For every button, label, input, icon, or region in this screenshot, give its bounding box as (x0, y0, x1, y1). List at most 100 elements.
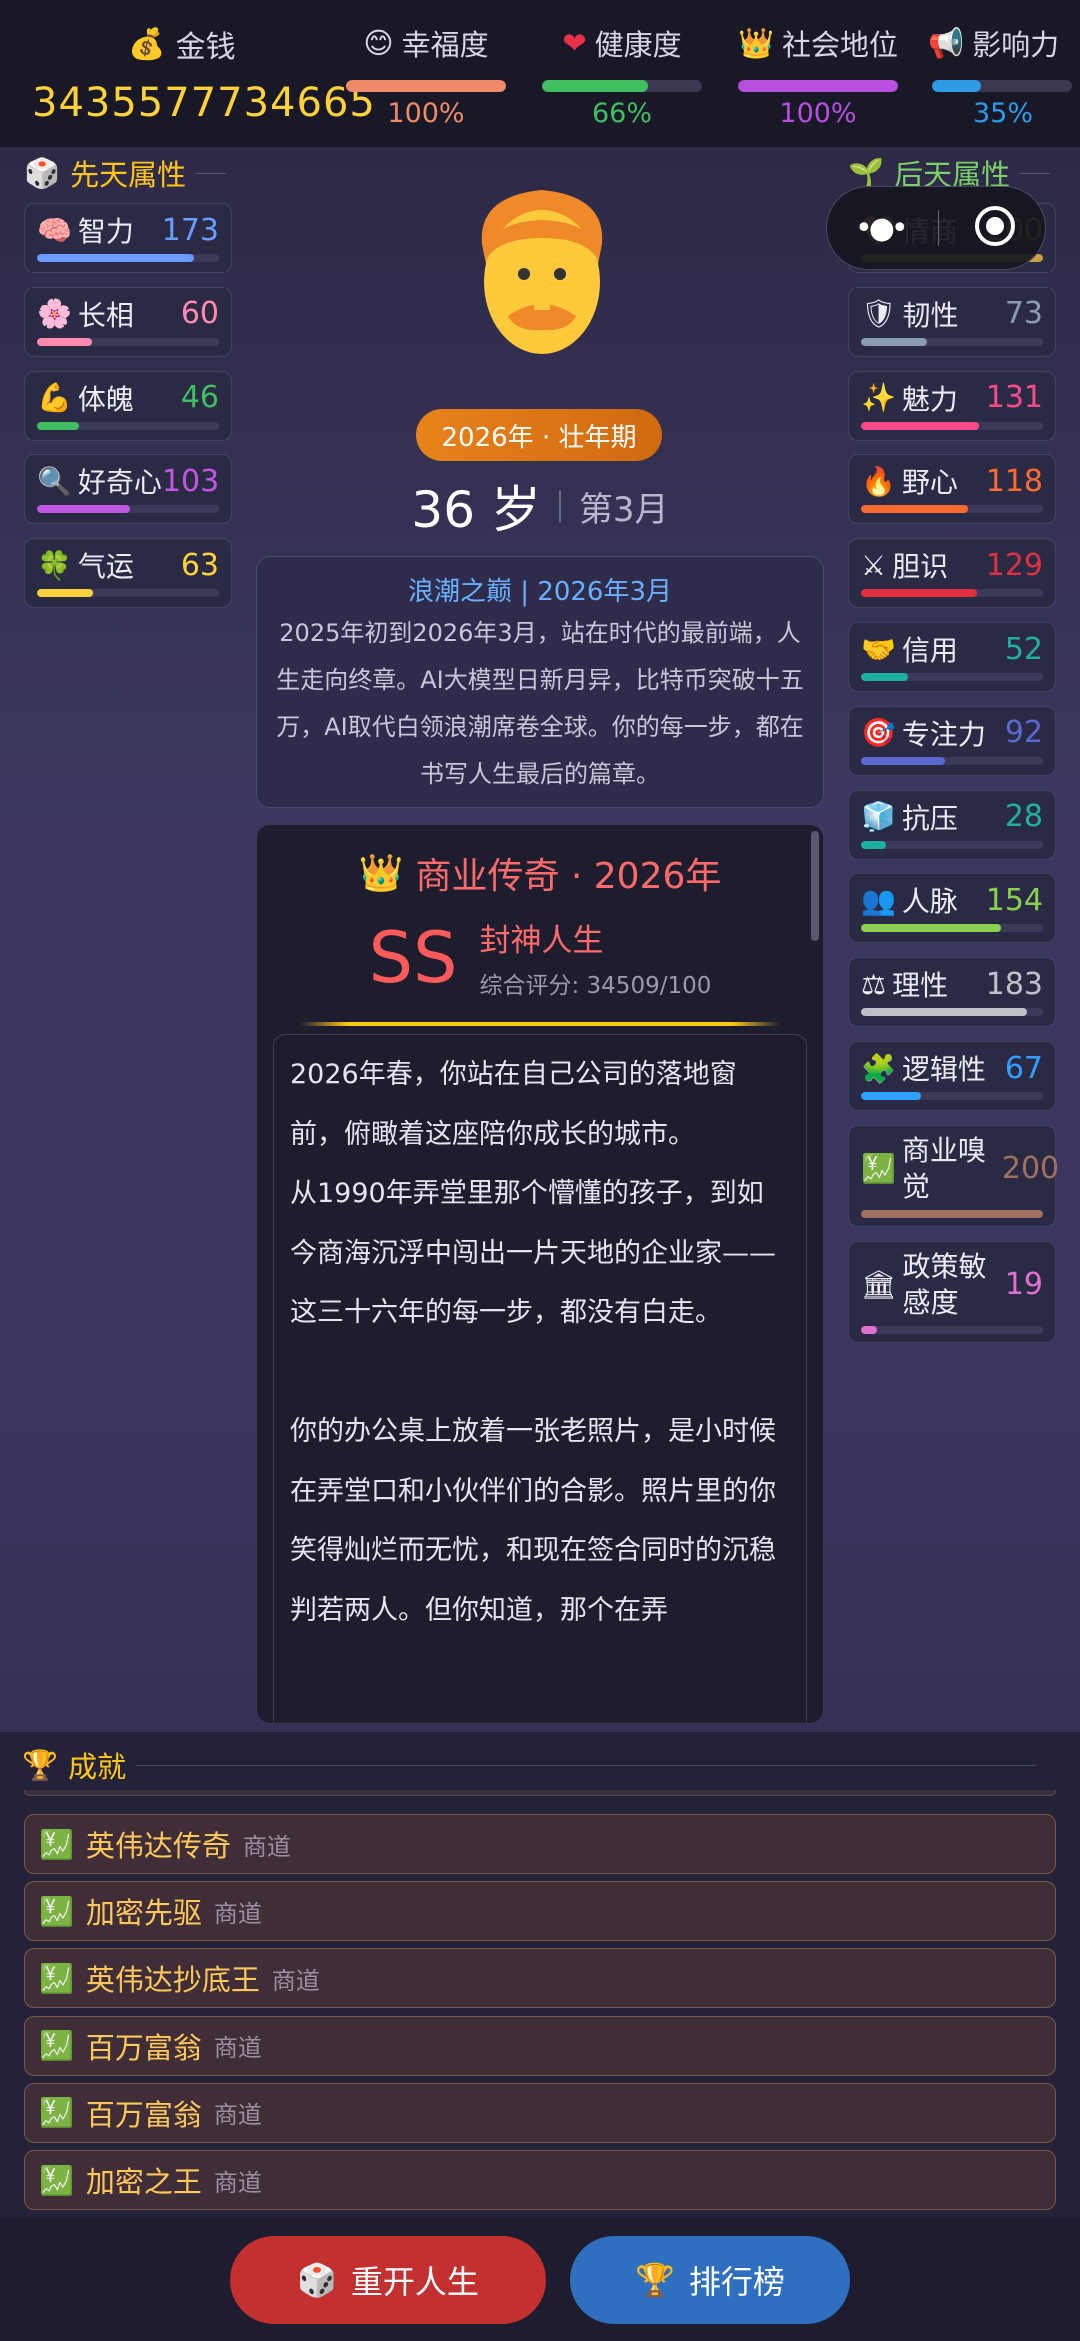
attribute-value: 19 (1004, 1267, 1043, 1303)
ending-paragraph: 2026年春，你站在自己公司的落地窗前，俯瞰着这座陪你成长的城市。 (290, 1059, 737, 1150)
achievement-category: 商道 (213, 2168, 262, 2197)
attribute-bar (861, 1325, 1043, 1334)
smile-icon: 😊 (363, 26, 394, 60)
attribute-card: 👥 人脉 154 (848, 873, 1056, 944)
attribute-card: 🔍 好奇心 103 (24, 454, 232, 525)
attribute-card: 🌸 长相 60 (24, 286, 232, 357)
attribute-name: 野心 (901, 466, 958, 500)
attribute-card: ⚔ 胆识 129 (848, 538, 1056, 609)
attribute-card: 🧩 逻辑性 67 (848, 1041, 1056, 1111)
attribute-card: 🍀 气运 63 (24, 538, 232, 609)
attribute-bar (861, 756, 1043, 765)
attribute-value: 131 (985, 380, 1043, 416)
grade-block: SS 封神人生 综合评分: 34509/100 (257, 915, 823, 1000)
health-stat: ❤ 健康度 66% (540, 22, 704, 129)
restart-button[interactable]: 🎲 重开人生 (230, 2236, 546, 2324)
floating-capsule[interactable]: •●• (826, 186, 1046, 270)
attribute-value: 183 (985, 966, 1043, 1002)
health-label: 健康度 (594, 28, 682, 62)
influence-stat: 📢 影响力 35% (928, 22, 1078, 129)
achievements-header: 🏆 成就 (22, 1744, 1037, 1786)
attribute-value: 92 (1004, 715, 1043, 751)
achievement-item[interactable]: 💹 加密先驱 商道 (24, 1881, 1056, 1942)
ending-text[interactable]: 2026年春，你站在自己公司的落地窗前，俯瞰着这座陪你成长的城市。 从1990年… (273, 1034, 807, 1723)
grade-letter: SS (368, 916, 458, 999)
attribute-bar (37, 505, 219, 514)
attribute-card: ⚖ 理性 183 (848, 957, 1056, 1028)
attribute-value: 67 (1004, 1050, 1043, 1086)
leaderboard-button[interactable]: 🏆 排行榜 (570, 2236, 850, 2324)
happiness-stat: 😊 幸福度 100% (344, 22, 508, 129)
attribute-value: 129 (985, 547, 1043, 583)
money-label: 金钱 (175, 30, 236, 65)
innate-title: 先天属性 (70, 158, 187, 192)
attribute-card: 🔥 野心 118 (848, 454, 1056, 525)
age-display: 36 岁 第3月 (380, 470, 700, 542)
attribute-bar (861, 337, 1043, 346)
status-value: 100% (779, 98, 857, 129)
yen-chart-icon: 💹 (39, 1894, 74, 1928)
happiness-label: 幸福度 (401, 28, 489, 62)
month-value: 第3月 (578, 489, 669, 530)
megaphone-icon: 📢 (928, 25, 965, 60)
achievement-item[interactable]: 💹 百万富翁 商道 (24, 2082, 1056, 2143)
fire-icon: 🔥 (861, 464, 896, 498)
stats-bar: 💰 金钱 3435577734665 😊 幸福度 100% ❤ 健康度 66% 👑 社会… (0, 0, 1080, 148)
more-icon[interactable]: •●• (855, 211, 909, 246)
achievement-name: 百万富翁 (85, 2097, 202, 2132)
attribute-card: ✨ 魅力 131 (848, 370, 1056, 441)
achievements-title: 成就 (68, 1750, 127, 1784)
scales-icon: ⚖ (861, 967, 887, 1001)
attribute-card: 🛡 韧性 73 (848, 286, 1056, 357)
happiness-bar (346, 80, 506, 92)
achievement-name: 加密先驱 (85, 1896, 202, 1931)
grade-title: 封神人生 (479, 923, 604, 959)
attribute-name: 长相 (77, 298, 134, 332)
event-title: 浪潮之巅 | 2026年3月 (408, 577, 672, 607)
attribute-value: 52 (1004, 631, 1043, 667)
achievement-name: 加密之王 (85, 2165, 202, 2199)
achievement-category: 商道 (271, 1966, 320, 1995)
status-bar (738, 80, 898, 92)
bottom-bar: 🎲 重开人生 🏆 排行榜 (0, 2218, 1080, 2341)
influence-label: 影响力 (972, 28, 1060, 62)
attribute-bar (861, 1092, 1043, 1100)
restart-label: 重开人生 (350, 2263, 479, 2301)
achievement-item[interactable]: 💹 百万富翁 商道 (24, 2015, 1056, 2076)
bank-icon: 🏛 (861, 1268, 897, 1302)
ending-card[interactable]: 👑 商业传奇 · 2026年 SS 封神人生 综合评分: 34509/100 20… (256, 824, 824, 1724)
achievement-name: 英伟达抄底王 (85, 1963, 260, 1998)
achievement-category: 商道 (213, 2034, 262, 2063)
attribute-value: 200 (1001, 1151, 1060, 1187)
trophy-icon: 🏆 (635, 2261, 675, 2299)
influence-value: 35% (972, 98, 1033, 129)
achievement-name: 百万富翁 (85, 2030, 202, 2065)
attribute-name: 体魄 (77, 382, 134, 416)
close-target-icon[interactable] (973, 204, 1017, 252)
people-icon: 👥 (861, 883, 896, 917)
attribute-card: 🧊 抗压 28 (848, 789, 1056, 860)
attribute-bar (861, 1209, 1043, 1218)
avatar (468, 182, 616, 362)
attribute-bar (861, 673, 1043, 681)
achievement-item[interactable]: 💹 英伟达传奇 商道 (24, 1814, 1056, 1874)
attribute-value: 63 (180, 547, 219, 583)
yen-chart-icon: 💹 (861, 1152, 896, 1186)
attribute-bar (861, 840, 1043, 849)
innate-section-title: 🎲 先天属性 (24, 152, 227, 194)
scrollbar[interactable] (811, 831, 819, 941)
attribute-card: 🧠 智力 173 (24, 203, 232, 273)
heart-icon: ❤ (562, 26, 587, 60)
achievement-item[interactable]: 💹 英伟达抄底王 商道 (24, 1948, 1056, 2009)
attribute-name: 胆识 (892, 550, 949, 584)
health-value: 66% (591, 98, 652, 129)
event-body: 2025年初到2026年3月，站在时代的最前端，人生走向终章。AI大模型日新月异… (276, 619, 804, 788)
puzzle-icon: 🧩 (861, 1051, 896, 1085)
money-bag-icon: 💰 (128, 26, 166, 62)
attribute-name: 气运 (77, 550, 134, 584)
attribute-name: 智力 (77, 215, 134, 248)
shield-icon: 🛡 (861, 297, 897, 331)
attribute-bar (861, 505, 1043, 514)
flower-icon: 🌸 (37, 297, 72, 331)
achievement-item[interactable]: 💹 加密之王 商道 (24, 2150, 1056, 2210)
